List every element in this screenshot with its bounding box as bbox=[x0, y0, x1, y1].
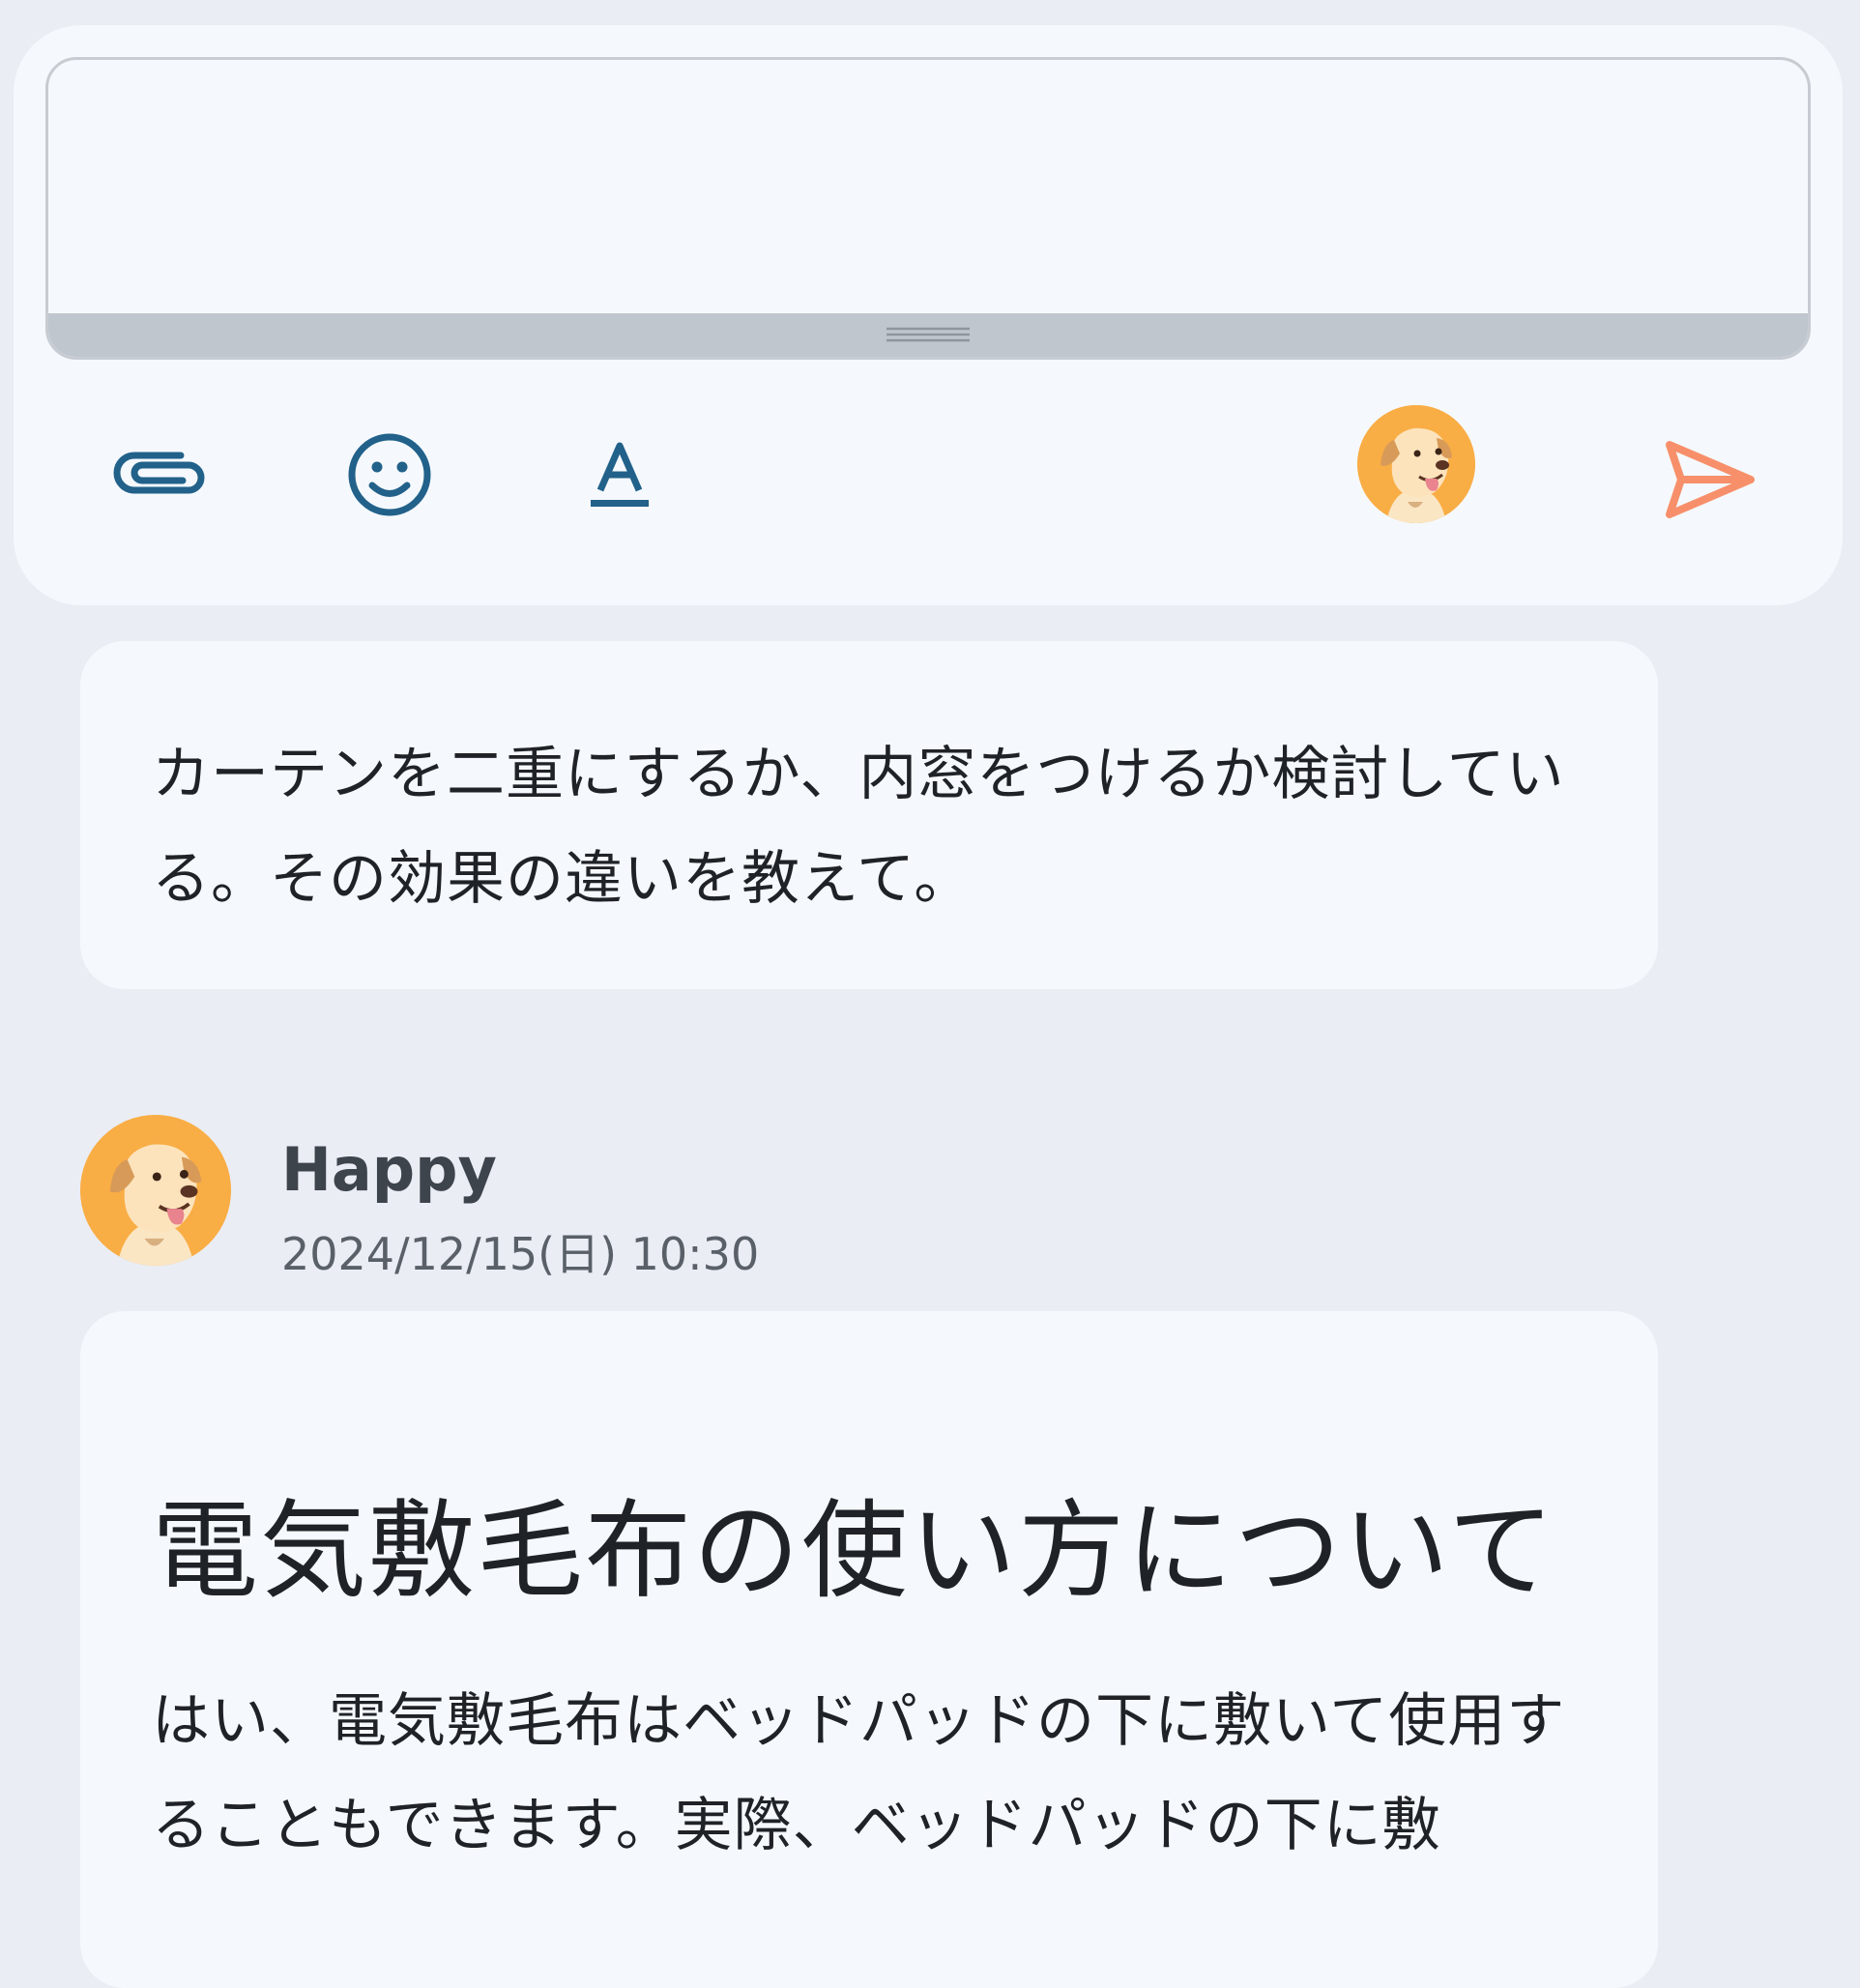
message-composer bbox=[14, 25, 1843, 605]
attach-button[interactable] bbox=[108, 422, 215, 528]
message-input-container bbox=[45, 57, 1811, 360]
sender-avatar bbox=[80, 1115, 231, 1266]
send-button[interactable] bbox=[1657, 431, 1763, 528]
user-message-text: カーテンを二重にするか、内窓をつけるか検討している。その効果の違いを教えて。 bbox=[152, 741, 1565, 913]
resize-handle-bar[interactable] bbox=[48, 313, 1808, 357]
smiley-icon bbox=[348, 433, 431, 516]
dog-avatar-icon bbox=[1357, 405, 1475, 523]
paperclip-icon bbox=[113, 452, 205, 494]
emoji-button[interactable] bbox=[336, 422, 443, 528]
reply-body-text: はい、電気敷毛布はベッドパッドの下に敷いて使用することもできます。実際、ベッドパ… bbox=[152, 1687, 1566, 1859]
dog-avatar-icon bbox=[80, 1115, 231, 1266]
reply-header: Happy 2024/12/15(日) 10:30 bbox=[80, 1115, 1047, 1280]
assistant-message-bubble: 電気敷毛布の使い方について はい、電気敷毛布はベッドパッドの下に敷いて使用するこ… bbox=[80, 1311, 1658, 1988]
sender-name: Happy bbox=[281, 1134, 497, 1205]
user-message-bubble: カーテンを二重にするか、内窓をつけるか検討している。その効果の違いを教えて。 bbox=[80, 641, 1658, 989]
dog-avatar[interactable] bbox=[1357, 405, 1475, 523]
message-timestamp: 2024/12/15(日) 10:30 bbox=[281, 1228, 760, 1280]
reply-heading: 電気敷毛布の使い方について bbox=[152, 1489, 1556, 1613]
resize-grip-icon[interactable] bbox=[886, 325, 970, 344]
send-icon bbox=[1666, 441, 1755, 518]
text-format-icon bbox=[591, 442, 649, 507]
message-input[interactable] bbox=[48, 60, 1808, 316]
text-format-button[interactable] bbox=[567, 422, 673, 528]
